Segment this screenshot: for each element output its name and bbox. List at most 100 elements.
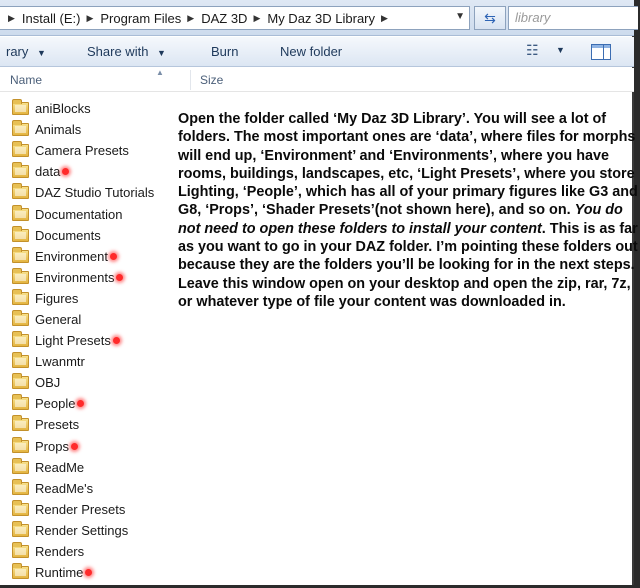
folder-name: Lwanmtr xyxy=(35,354,85,370)
list-item[interactable]: Documentation xyxy=(0,203,200,224)
new-folder-button[interactable]: New folder xyxy=(280,44,342,59)
address-bar: ▶ Install (E:) ▶ Program Files ▶ DAZ 3D … xyxy=(0,0,638,36)
list-item[interactable]: Lwanmtr xyxy=(0,351,200,372)
list-item[interactable]: Props xyxy=(0,436,200,457)
chevron-down-icon[interactable]: ▼ xyxy=(455,11,465,22)
list-item[interactable]: ReadMe's xyxy=(0,478,200,499)
folder-name: Animals xyxy=(35,122,82,138)
list-item[interactable]: Environment xyxy=(0,246,200,267)
breadcrumb-label: DAZ 3D xyxy=(201,10,248,26)
folder-icon xyxy=(12,478,29,495)
highlight-mark xyxy=(70,442,78,450)
list-item[interactable]: Light Presets xyxy=(0,330,200,351)
breadcrumb-item-library[interactable]: ▶ My Daz 3D Library ▶ xyxy=(247,11,394,26)
breadcrumb[interactable]: ▶ Install (E:) ▶ Program Files ▶ DAZ 3D … xyxy=(0,6,470,30)
folder-icon xyxy=(12,415,29,432)
folder-icon xyxy=(12,563,29,580)
folder-name: OBJ xyxy=(35,375,61,391)
list-item[interactable]: ReadMe xyxy=(0,457,200,478)
folder-name: Environment xyxy=(35,248,108,264)
burn-button[interactable]: Burn xyxy=(211,44,238,59)
folder-icon xyxy=(12,246,29,263)
highlight-mark xyxy=(85,569,93,577)
search-input[interactable]: library xyxy=(508,6,638,30)
folder-name: aniBlocks xyxy=(35,101,91,117)
folder-icon xyxy=(12,499,29,516)
chevron-down-icon[interactable]: ▼ xyxy=(556,45,565,55)
folder-icon xyxy=(12,183,29,200)
column-header-row: Name ▲ Size xyxy=(0,68,634,92)
folder-name: Environments xyxy=(35,269,115,285)
list-item[interactable]: People xyxy=(0,393,200,414)
highlight-mark xyxy=(116,273,124,281)
highlight-mark xyxy=(77,400,85,408)
folder-icon xyxy=(12,457,29,474)
list-item[interactable]: Runtime xyxy=(0,562,200,583)
share-with-button[interactable]: Share with ▼ xyxy=(87,44,166,59)
folder-icon xyxy=(12,162,29,179)
highlight-mark xyxy=(109,252,117,260)
list-item[interactable]: Render Presets xyxy=(0,499,200,520)
folder-name: data xyxy=(35,164,61,180)
column-divider[interactable] xyxy=(190,70,191,90)
chevron-right-icon: ▶ xyxy=(8,12,15,23)
list-item[interactable]: data xyxy=(0,161,200,182)
list-item[interactable]: Figures xyxy=(0,288,200,309)
folder-icon xyxy=(12,288,29,305)
share-with-label: Share with xyxy=(87,44,149,59)
screen-frame: ▶ Install (E:) ▶ Program Files ▶ DAZ 3D … xyxy=(0,0,640,588)
folder-icon xyxy=(12,225,29,242)
folder-icon xyxy=(12,373,29,390)
breadcrumb-item-daz3d[interactable]: ▶ DAZ 3D xyxy=(181,11,247,26)
list-item[interactable]: DAZ Studio Tutorials xyxy=(0,182,200,203)
breadcrumb-label: Install (E:) xyxy=(21,10,81,26)
folder-name: Props xyxy=(35,438,69,454)
breadcrumb-item-drive[interactable]: ▶ Install (E:) xyxy=(0,11,80,26)
folder-name: People xyxy=(35,396,76,412)
list-item[interactable]: Camera Presets xyxy=(0,140,200,161)
folder-icon xyxy=(12,542,29,559)
view-options-icon[interactable]: ☷ xyxy=(526,42,539,59)
refresh-icon: ⇆ xyxy=(484,9,496,26)
chevron-right-icon: ▶ xyxy=(187,12,195,23)
chevron-right-icon: ▶ xyxy=(86,12,94,23)
folder-icon xyxy=(12,267,29,284)
folder-icon xyxy=(12,99,29,116)
chevron-right-icon: ▶ xyxy=(381,12,388,23)
highlight-mark xyxy=(112,337,120,345)
list-item[interactable]: Presets xyxy=(0,414,200,435)
folder-name: Documentation xyxy=(35,206,123,222)
list-item[interactable]: Render Settings xyxy=(0,520,200,541)
folder-list: aniBlocks Animals Camera Presets data DAZ St… xyxy=(0,98,200,583)
folder-name: DAZ Studio Tutorials xyxy=(35,185,155,201)
refresh-button[interactable]: ⇆ xyxy=(474,6,506,30)
list-item[interactable]: OBJ xyxy=(0,372,200,393)
organize-label: rary xyxy=(6,44,29,59)
list-item[interactable]: Environments xyxy=(0,267,200,288)
list-item[interactable]: Renders xyxy=(0,541,200,562)
folder-name: Renders xyxy=(35,544,85,560)
folder-name: Render Presets xyxy=(35,501,126,517)
folder-icon xyxy=(12,331,29,348)
folder-name: Documents xyxy=(35,227,101,243)
folder-name: Light Presets xyxy=(35,333,111,349)
folder-name: Presets xyxy=(35,417,80,433)
folder-name: Render Settings xyxy=(35,522,129,538)
explorer-window: ▶ Install (E:) ▶ Program Files ▶ DAZ 3D … xyxy=(0,0,638,588)
column-header-size[interactable]: Size xyxy=(200,73,223,87)
folder-icon xyxy=(12,394,29,411)
breadcrumb-item-program-files[interactable]: ▶ Program Files xyxy=(80,11,181,26)
breadcrumb-label: Program Files xyxy=(100,10,182,26)
note-intro: Open the folder called ‘My Daz 3D Librar… xyxy=(178,111,638,219)
list-item[interactable]: aniBlocks xyxy=(0,98,200,119)
folder-name: Figures xyxy=(35,290,79,306)
folder-icon xyxy=(12,436,29,453)
preview-pane-icon[interactable] xyxy=(591,44,611,60)
list-item[interactable]: Documents xyxy=(0,225,200,246)
column-header-name[interactable]: Name xyxy=(10,73,42,87)
folder-name: ReadMe xyxy=(35,459,85,475)
list-item[interactable]: Animals xyxy=(0,119,200,140)
folder-icon xyxy=(12,120,29,137)
list-item[interactable]: General xyxy=(0,309,200,330)
organize-button[interactable]: rary ▼ xyxy=(6,44,46,59)
